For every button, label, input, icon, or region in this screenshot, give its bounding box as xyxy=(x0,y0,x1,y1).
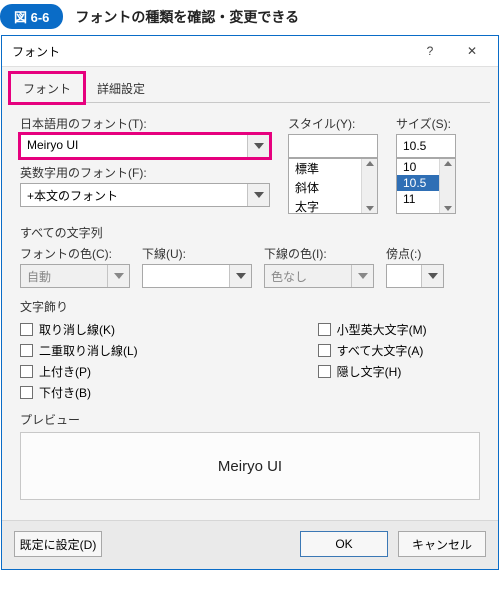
label-font-color: フォントの色(C): xyxy=(20,245,130,262)
checkbox-icon xyxy=(318,344,331,357)
underline-color-value: 色なし xyxy=(265,265,351,287)
checkbox-icon xyxy=(318,365,331,378)
chevron-down-icon[interactable] xyxy=(229,265,251,287)
check-allcaps[interactable]: すべて大文字(A) xyxy=(318,342,427,359)
style-listbox[interactable]: 標準 斜体 太字 xyxy=(288,158,378,214)
jp-font-combo[interactable]: Meiryo UI xyxy=(20,134,270,158)
label-latin-font: 英数字用のフォント(F): xyxy=(20,164,270,181)
check-superscript[interactable]: 上付き(P) xyxy=(20,363,138,380)
size-listbox[interactable]: 10 10.5 11 xyxy=(396,158,456,214)
dialog-footer: 既定に設定(D) OK キャンセル xyxy=(2,520,498,569)
font-dialog: フォント ? ✕ フォント 詳細設定 日本語用のフォント(T): Meiryo … xyxy=(1,35,499,570)
checkbox-icon xyxy=(20,344,33,357)
close-button[interactable]: ✕ xyxy=(454,40,490,62)
style-input[interactable] xyxy=(288,134,378,158)
preview-text: Meiryo UI xyxy=(218,458,282,475)
label-jp-font: 日本語用のフォント(T): xyxy=(20,115,270,132)
check-subscript[interactable]: 下付き(B) xyxy=(20,384,138,401)
figure-badge: 図 6-6 xyxy=(0,4,63,29)
dialog-title: フォント xyxy=(12,43,60,60)
checkbox-icon xyxy=(318,323,331,336)
emphasis-combo[interactable] xyxy=(386,264,444,288)
underline-value xyxy=(143,265,229,287)
chevron-down-icon[interactable] xyxy=(247,184,269,206)
chevron-up-icon xyxy=(366,161,374,166)
tab-strip: フォント 詳細設定 xyxy=(10,73,490,103)
check-hidden[interactable]: 隠し文字(H) xyxy=(318,363,427,380)
ok-button[interactable]: OK xyxy=(300,531,388,557)
titlebar: フォント ? ✕ xyxy=(2,36,498,67)
label-style: スタイル(Y): xyxy=(288,115,378,132)
figure-caption: フォントの種類を確認・変更できる xyxy=(75,7,299,27)
jp-font-value: Meiryo UI xyxy=(21,135,247,157)
underline-combo[interactable] xyxy=(142,264,252,288)
label-size: サイズ(S): xyxy=(396,115,456,132)
font-color-value: 自動 xyxy=(21,265,107,287)
underline-color-combo[interactable]: 色なし xyxy=(264,264,374,288)
chevron-down-icon xyxy=(366,206,374,211)
chevron-down-icon[interactable] xyxy=(247,135,269,157)
set-default-button[interactable]: 既定に設定(D) xyxy=(14,531,102,557)
help-button[interactable]: ? xyxy=(412,40,448,62)
font-color-combo[interactable]: 自動 xyxy=(20,264,130,288)
tab-font[interactable]: フォント xyxy=(10,73,84,103)
font-panel: 日本語用のフォント(T): Meiryo UI 英数字用のフォント(F): +本… xyxy=(2,103,498,510)
label-decor: 文字飾り xyxy=(20,298,480,315)
chevron-down-icon[interactable] xyxy=(107,265,129,287)
scrollbar[interactable] xyxy=(361,159,377,213)
label-all-text: すべての文字列 xyxy=(20,224,480,241)
check-smallcaps[interactable]: 小型英大文字(M) xyxy=(318,321,427,338)
chevron-down-icon[interactable] xyxy=(351,265,373,287)
size-input[interactable] xyxy=(396,134,456,158)
cancel-button[interactable]: キャンセル xyxy=(398,531,486,557)
checkbox-icon xyxy=(20,323,33,336)
label-underline-color: 下線の色(I): xyxy=(264,245,374,262)
emphasis-value xyxy=(387,265,421,287)
label-emphasis: 傍点(:) xyxy=(386,245,444,262)
tab-advanced[interactable]: 詳細設定 xyxy=(84,73,158,103)
figure-header: 図 6-6 フォントの種類を確認・変更できる xyxy=(0,0,500,35)
preview-box: Meiryo UI xyxy=(20,432,480,500)
chevron-up-icon xyxy=(444,161,452,166)
chevron-down-icon[interactable] xyxy=(421,265,443,287)
label-preview: プレビュー xyxy=(20,411,480,428)
scrollbar[interactable] xyxy=(439,159,455,213)
latin-font-combo[interactable]: +本文のフォント xyxy=(20,183,270,207)
check-double-strike[interactable]: 二重取り消し線(L) xyxy=(20,342,138,359)
latin-font-value: +本文のフォント xyxy=(21,184,247,206)
chevron-down-icon xyxy=(444,206,452,211)
label-underline: 下線(U): xyxy=(142,245,252,262)
check-strike[interactable]: 取り消し線(K) xyxy=(20,321,138,338)
checkbox-icon xyxy=(20,365,33,378)
checkbox-icon xyxy=(20,386,33,399)
